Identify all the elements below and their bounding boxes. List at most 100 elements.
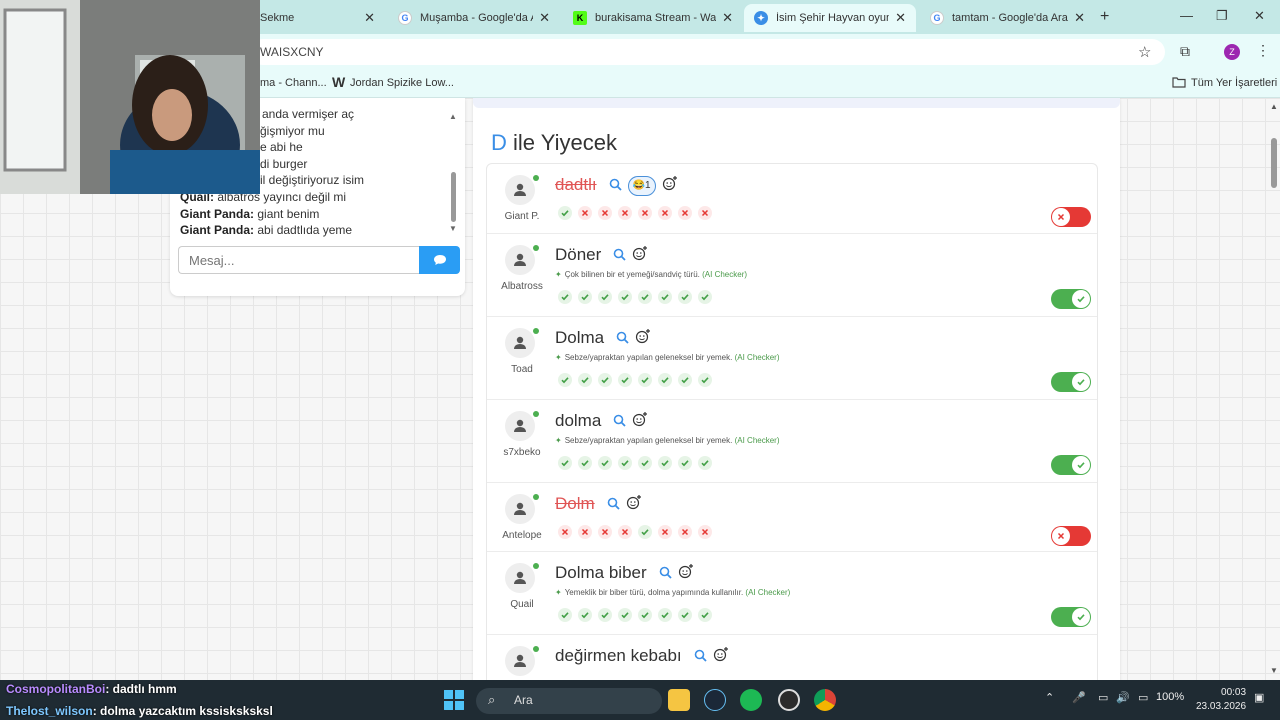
tab-musamba[interactable]: G Muşamba - Google'da Ara ✕ — [388, 4, 560, 32]
webcam-overlay — [0, 0, 260, 194]
answer-row: Albatross Döner ✦ Çok bilinen bir et yemeği… — [487, 234, 1097, 317]
windows-start-icon[interactable] — [443, 689, 465, 711]
vote-approve-icon — [615, 289, 635, 305]
answer-row: değirmen kebabı — [487, 635, 1097, 680]
vote-list — [555, 524, 715, 540]
close-window-icon[interactable]: ✕ — [1254, 8, 1265, 24]
scroll-down-icon[interactable]: ▼ — [449, 224, 457, 233]
search-icon[interactable] — [616, 329, 629, 349]
search-icon[interactable] — [609, 176, 622, 196]
avatar — [505, 563, 535, 593]
tab-sekme[interactable]: Sekme ✕ — [250, 4, 385, 32]
accept-toggle[interactable] — [1051, 207, 1091, 227]
add-reaction-icon[interactable] — [632, 411, 648, 432]
vote-reject-icon — [695, 524, 715, 540]
tab-game[interactable]: ✦ İsim Şehir Hayvan oyununa ✕ — [744, 4, 916, 32]
close-icon[interactable]: ✕ — [895, 10, 906, 26]
bookmark-item[interactable]: ma - Chann... — [260, 77, 327, 89]
vote-reject-icon — [555, 524, 575, 540]
all-bookmarks[interactable]: Tüm Yer İşaretleri — [1191, 77, 1277, 89]
taskbar-search[interactable]: ⌕ Ara — [476, 688, 662, 714]
scroll-up-icon[interactable]: ▲ — [1270, 102, 1278, 111]
vote-approve-icon — [595, 455, 615, 471]
check-icon — [1072, 608, 1090, 626]
vote-approve-icon — [695, 372, 715, 388]
check-icon — [1072, 373, 1090, 391]
avatar — [505, 646, 535, 676]
close-icon[interactable]: ✕ — [1074, 10, 1085, 26]
chrome-icon[interactable] — [814, 689, 836, 711]
category-name: ile Yiyecek — [513, 130, 617, 155]
accept-toggle[interactable] — [1051, 526, 1091, 546]
stream-chat-line: CosmopolitanBoi: dadtlı hmm — [6, 682, 177, 696]
add-reaction-icon[interactable] — [678, 563, 694, 584]
new-tab-icon[interactable]: + — [1100, 8, 1109, 26]
bookmark-star-icon[interactable]: ☆ — [1138, 43, 1151, 61]
profile-avatar[interactable]: Z — [1224, 44, 1240, 60]
volume-icon[interactable]: 🔊 — [1116, 691, 1130, 704]
accept-toggle[interactable] — [1051, 455, 1091, 475]
clock[interactable]: 00:03 23.03.2026 — [1196, 686, 1246, 714]
add-reaction-icon[interactable] — [632, 245, 648, 266]
add-reaction-icon[interactable] — [713, 646, 729, 667]
search-icon[interactable] — [613, 412, 626, 432]
answer-word: Dolma — [555, 328, 651, 349]
vote-reject-icon — [615, 524, 635, 540]
notifications-icon[interactable]: ▣ — [1254, 691, 1264, 704]
minimize-icon[interactable]: — — [1180, 8, 1193, 23]
vote-reject-icon — [615, 205, 635, 221]
player-name: Toad — [511, 364, 533, 375]
category-title: D ile Yiyecek — [491, 130, 617, 156]
tab-kick-stream[interactable]: K burakisama Stream - Watc ✕ — [563, 4, 743, 32]
vote-approve-icon — [575, 289, 595, 305]
vote-reject-icon — [655, 524, 675, 540]
accept-toggle[interactable] — [1051, 372, 1091, 392]
close-icon[interactable]: ✕ — [364, 10, 375, 26]
add-reaction-icon[interactable] — [662, 175, 678, 196]
tray-overflow-icon[interactable]: ⌃ — [1045, 691, 1054, 704]
vote-reject-icon — [675, 524, 695, 540]
tab-tamtam[interactable]: G tamtam - Google'da Ara ✕ — [920, 4, 1095, 32]
chat-message-input[interactable] — [178, 246, 420, 274]
player-name: Quail — [510, 599, 534, 610]
vote-approve-icon — [675, 289, 695, 305]
search-icon[interactable] — [613, 246, 626, 266]
restore-icon[interactable]: ❐ — [1216, 8, 1228, 24]
accept-toggle[interactable] — [1051, 289, 1091, 309]
steam-icon[interactable] — [704, 689, 726, 711]
scroll-thumb[interactable] — [1271, 138, 1277, 188]
bookmark-item[interactable]: Jordan Spizike Low... — [350, 77, 454, 89]
vote-approve-icon — [695, 289, 715, 305]
close-icon[interactable]: ✕ — [539, 10, 550, 26]
page-scrollbar[interactable]: ▲ ▼ — [1268, 98, 1280, 680]
reaction-badge[interactable]: 😂1 — [627, 175, 656, 196]
url-field[interactable]: WAISXCNY — [250, 39, 1165, 65]
search-icon[interactable] — [659, 564, 672, 584]
answer-text: Dolma — [555, 328, 605, 347]
send-message-button[interactable] — [419, 246, 460, 274]
scroll-thumb[interactable] — [451, 172, 456, 222]
search-icon[interactable] — [607, 495, 620, 515]
add-reaction-icon[interactable] — [635, 328, 651, 349]
file-explorer-icon[interactable] — [668, 689, 690, 711]
vote-reject-icon — [595, 524, 615, 540]
search-icon[interactable] — [694, 647, 707, 667]
answer-word: dadtlı 😂1 — [555, 175, 678, 196]
network-icon[interactable]: ▭ — [1098, 691, 1108, 704]
sparkle-icon: ✦ — [555, 436, 562, 445]
menu-icon[interactable]: ⋮ — [1256, 42, 1270, 59]
vote-approve-icon — [695, 455, 715, 471]
spotify-icon[interactable] — [740, 689, 762, 711]
microphone-icon[interactable]: 🎤 — [1072, 691, 1086, 704]
chat-scrollbar[interactable]: ▲ ▼ — [449, 112, 457, 233]
vote-approve-icon — [635, 524, 655, 540]
avatar — [505, 494, 535, 524]
add-reaction-icon[interactable] — [626, 494, 642, 515]
game-launcher-icon[interactable] — [778, 689, 800, 711]
scroll-up-icon[interactable]: ▲ — [449, 112, 457, 121]
extensions-icon[interactable]: ⧉ — [1180, 43, 1190, 60]
close-icon[interactable]: ✕ — [722, 10, 733, 26]
scroll-down-icon[interactable]: ▼ — [1270, 666, 1278, 675]
battery-icon[interactable]: ▭ — [1138, 691, 1148, 704]
accept-toggle[interactable] — [1051, 607, 1091, 627]
